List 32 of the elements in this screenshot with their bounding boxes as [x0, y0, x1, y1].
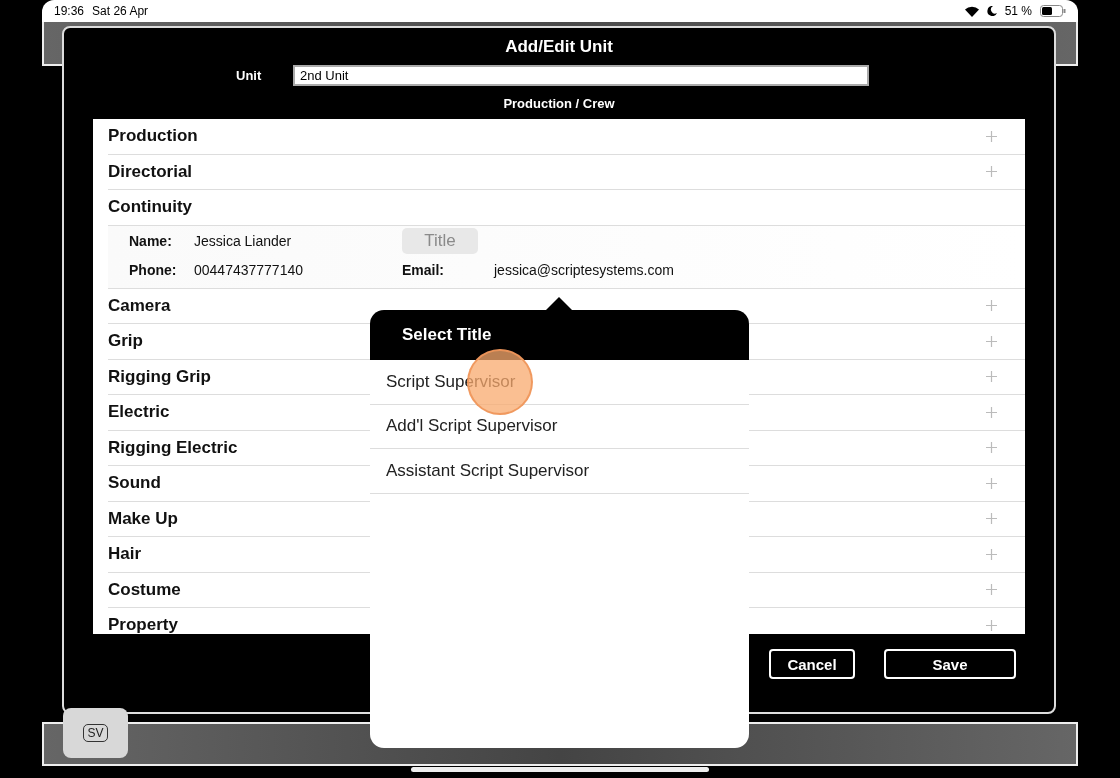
unit-field[interactable]: 2nd Unit: [293, 65, 869, 86]
plus-icon: [986, 548, 997, 560]
status-time: 19:36: [54, 4, 85, 18]
name-value: Jessica Liander: [194, 232, 293, 249]
battery-percent: 51 %: [1004, 4, 1032, 18]
name-label: Name:: [129, 232, 173, 249]
popover-title: Select Title: [402, 325, 492, 345]
plus-icon: [986, 406, 997, 418]
moon-icon: [986, 6, 997, 16]
plus-icon: [986, 584, 997, 596]
unit-label: Unit: [236, 68, 263, 83]
plus-icon: [986, 166, 997, 178]
plus-icon: [986, 335, 997, 347]
status-date: Sat 26 Apr: [92, 4, 149, 18]
dialog-title: Add/Edit Unit: [505, 37, 613, 57]
phone-label: Phone:: [129, 262, 178, 278]
phone-value: 00447437777140: [194, 262, 304, 278]
plus-icon: [986, 300, 997, 312]
plus-icon: [986, 513, 997, 525]
plus-icon: [986, 442, 997, 454]
section-label: Production / Crew: [503, 96, 615, 111]
plus-icon: [986, 619, 997, 631]
plus-icon: [986, 130, 997, 142]
cancel-button[interactable]: Cancel: [769, 649, 855, 679]
title-option[interactable]: Assistant Script Supervisor: [370, 449, 749, 494]
battery-icon: [1040, 5, 1066, 17]
plus-icon: [986, 477, 997, 489]
plus-icon: [986, 371, 997, 383]
wifi-icon: [964, 5, 979, 17]
email-value: jessica@scriptesystems.com: [494, 262, 675, 278]
dock-button[interactable]: SV: [63, 708, 128, 758]
save-button[interactable]: Save: [884, 649, 1016, 679]
